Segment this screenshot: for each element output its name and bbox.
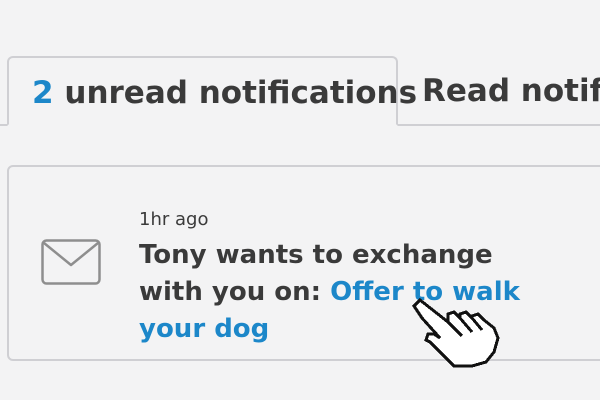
unread-count: 2 (32, 75, 54, 111)
tab-unread-label: unread notifications (64, 75, 418, 111)
hand-pointer-cursor-icon (410, 296, 502, 372)
tab-unread-notifications[interactable]: 2 unread notifications (7, 56, 417, 126)
notification-timestamp: 1hr ago (139, 209, 209, 230)
notifications-page: 2 unread notifications Read notification… (0, 0, 600, 400)
tab-read-notifications[interactable]: Read notifications (422, 56, 600, 126)
notification-tabs: 2 unread notifications Read notification… (0, 0, 600, 126)
notification-card[interactable]: 1hr ago Tony wants to exchange with you … (7, 165, 600, 361)
envelope-icon (41, 239, 101, 289)
tab-read-label: Read notifications (422, 73, 600, 109)
